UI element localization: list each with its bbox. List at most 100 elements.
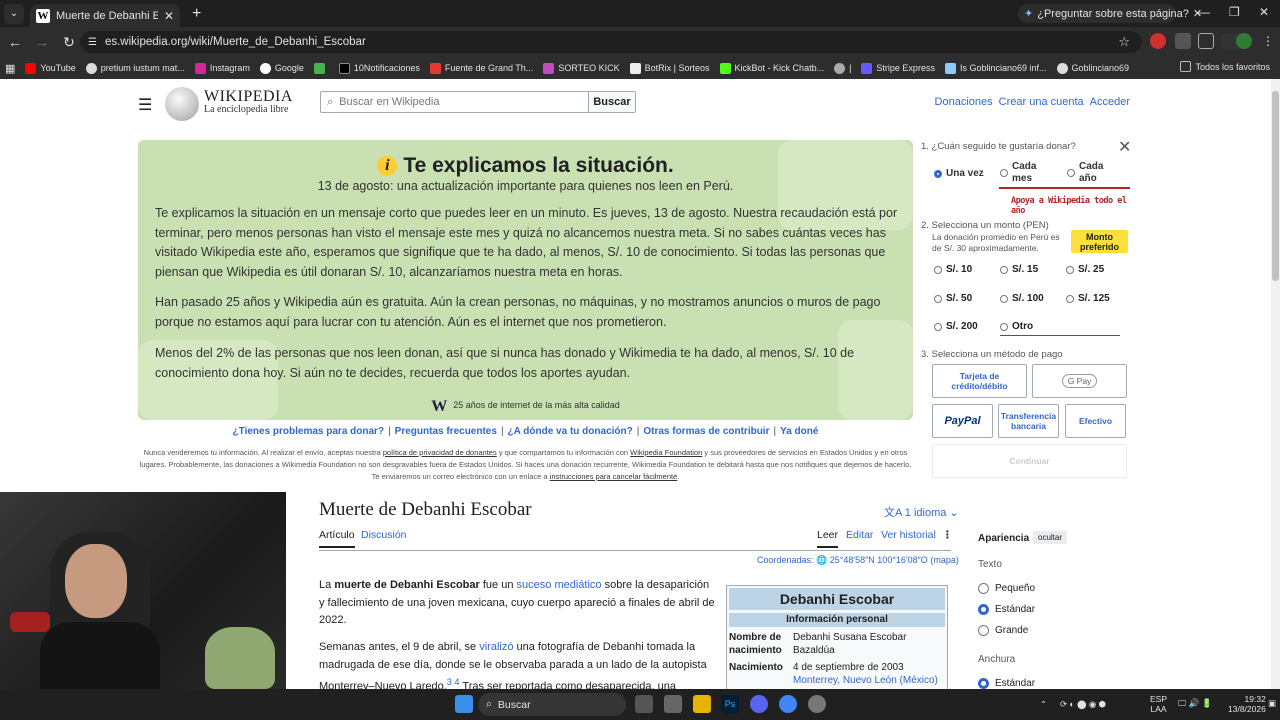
- close-banner-icon[interactable]: ✕: [1118, 137, 1131, 157]
- network-volume-icons[interactable]: 🖵 🔊 🔋: [1178, 698, 1212, 709]
- text-small-radio[interactable]: Pequeño: [978, 583, 1035, 594]
- page-scrollbar[interactable]: [1271, 79, 1280, 689]
- tab-discussion[interactable]: Discusión: [361, 529, 407, 541]
- bookmark-pretium[interactable]: pretium iustum mat...: [81, 62, 190, 74]
- hide-appearance-button[interactable]: ocultar: [1033, 531, 1068, 544]
- tray-overflow-icon[interactable]: ⌃: [1040, 699, 1047, 710]
- tab-history[interactable]: Ver historial: [881, 529, 936, 541]
- reference-link[interactable]: 3 4: [447, 677, 460, 687]
- amount-100-radio[interactable]: S/. 100: [1000, 293, 1044, 304]
- google-pay-button[interactable]: G Pay: [1032, 364, 1127, 398]
- amount-10-radio[interactable]: S/. 10: [934, 264, 972, 275]
- paypal-button[interactable]: PayPal: [932, 404, 993, 438]
- scrollbar-thumb[interactable]: [1272, 91, 1279, 281]
- media-event-link[interactable]: suceso mediático: [517, 579, 602, 591]
- bookmark-sorteo[interactable]: SORTEO KICK: [538, 62, 624, 74]
- address-bar[interactable]: ☰ es.wikipedia.org/wiki/Muerte_de_Debanh…: [80, 31, 1142, 53]
- discord-icon[interactable]: [750, 695, 768, 713]
- viral-link[interactable]: viralizó: [479, 641, 513, 653]
- amount-25-radio[interactable]: S/. 25: [1066, 264, 1104, 275]
- wikipedia-foundation-link[interactable]: Wikipedia Foundation: [630, 448, 702, 457]
- minimize-icon[interactable]: —: [1198, 5, 1210, 19]
- bookmark-unnamed[interactable]: [309, 62, 334, 74]
- bookmark-goblin-info[interactable]: Is Goblinciano69 inf...: [940, 62, 1052, 74]
- faq-link[interactable]: Preguntas frecuentes: [395, 426, 497, 437]
- app-icon[interactable]: [664, 695, 682, 713]
- amount-125-radio[interactable]: S/. 125: [1066, 293, 1110, 304]
- bookmark-kickbot[interactable]: KickBot - Kick Chatb...: [715, 62, 830, 74]
- map-link[interactable]: (mapa): [930, 555, 959, 565]
- freq-monthly-radio[interactable]: Cada mes: [1000, 161, 1048, 185]
- chrome-icon[interactable]: [779, 695, 797, 713]
- bookmark-fuente[interactable]: Fuente de Grand Th...: [425, 62, 538, 74]
- coordinates-label[interactable]: Coordenadas:: [757, 555, 814, 565]
- taskbar-search[interactable]: ⌕ Buscar: [478, 693, 626, 716]
- amount-15-radio[interactable]: S/. 15: [1000, 264, 1038, 275]
- clock[interactable]: 19:32 13/8/2026: [1228, 694, 1266, 714]
- cash-button[interactable]: Efectivo: [1065, 404, 1126, 438]
- birth-place-link[interactable]: Monterrey, Nuevo León (México): [793, 675, 938, 686]
- more-options-icon[interactable]: ⋮: [942, 529, 953, 541]
- wikipedia-globe-logo[interactable]: [165, 87, 199, 121]
- card-payment-button[interactable]: Tarjeta de crédito/débito: [932, 364, 1027, 398]
- coordinates-value[interactable]: 25°48′58″N 100°16′08″O: [830, 555, 928, 565]
- create-account-link[interactable]: Crear una cuenta: [999, 96, 1084, 108]
- tab-search-icon[interactable]: ⌄: [4, 3, 24, 24]
- bookmark-stripe[interactable]: Stripe Express: [856, 62, 940, 74]
- site-info-icon[interactable]: ☰: [88, 37, 97, 48]
- reload-icon[interactable]: ↻: [57, 34, 81, 51]
- main-menu-icon[interactable]: ☰: [138, 95, 152, 115]
- tray-icons[interactable]: ⟳ ◐ ⬤ ◉ ⬢: [1060, 699, 1106, 710]
- extensions-puzzle-icon[interactable]: [1198, 33, 1214, 49]
- language-indicator[interactable]: ESP LAA: [1150, 694, 1167, 714]
- extension-red-icon[interactable]: [1150, 33, 1166, 49]
- width-standard-radio[interactable]: Estándar: [978, 678, 1035, 689]
- apps-icon[interactable]: ▦: [0, 62, 20, 75]
- tab-close-icon[interactable]: ✕: [164, 9, 174, 23]
- notification-icon[interactable]: ▣: [1268, 698, 1276, 709]
- windows-start-icon[interactable]: [455, 695, 473, 713]
- amount-other-radio[interactable]: Otro: [1000, 321, 1120, 336]
- task-view-icon[interactable]: [635, 695, 653, 713]
- already-donated-link[interactable]: Ya doné: [780, 426, 818, 437]
- bank-transfer-button[interactable]: Transferencia bancaria: [998, 404, 1059, 438]
- freq-once-radio[interactable]: Una vez: [934, 168, 984, 179]
- ask-about-page-button[interactable]: ✦ ¿Preguntar sobre esta página? ✕: [1018, 4, 1202, 23]
- bookmark-youtube[interactable]: YouTube: [20, 62, 80, 74]
- all-bookmarks[interactable]: Todos los favoritos: [1180, 61, 1270, 72]
- donate-link[interactable]: Donaciones: [935, 96, 993, 108]
- bookmark-goblin[interactable]: Goblinciano69: [1052, 62, 1135, 74]
- other-ways-link[interactable]: Otras formas de contribuir: [643, 426, 769, 437]
- language-selector[interactable]: 文A 1 idioma ⌄: [884, 504, 959, 520]
- tab-read[interactable]: Leer: [817, 529, 839, 548]
- amount-50-radio[interactable]: S/. 50: [934, 293, 972, 304]
- back-icon[interactable]: ←: [3, 34, 27, 50]
- new-tab-icon[interactable]: +: [192, 5, 201, 23]
- tab-edit[interactable]: Editar: [846, 529, 873, 541]
- text-standard-radio[interactable]: Estándar: [978, 604, 1035, 615]
- donor-privacy-link[interactable]: política de privacidad de donantes: [383, 448, 497, 457]
- forward-icon[interactable]: →: [30, 34, 54, 50]
- donation-problems-link[interactable]: ¿Tienes problemas para donar?: [233, 426, 385, 437]
- bookmark-x[interactable]: 10Notificaciones: [334, 62, 425, 74]
- bookmark-botrix[interactable]: BotRix | Sorteos: [625, 62, 715, 74]
- bookmark-whatsapp[interactable]: |: [829, 62, 856, 74]
- bookmark-google[interactable]: Google: [255, 62, 309, 74]
- freq-yearly-radio[interactable]: Cada año: [1067, 161, 1115, 185]
- login-link[interactable]: Acceder: [1090, 96, 1130, 108]
- restore-icon[interactable]: ❐: [1229, 5, 1240, 19]
- photoshop-icon[interactable]: Ps: [721, 695, 739, 713]
- tab-active[interactable]: W Muerte de Debanhi Escobar - W ✕: [30, 4, 180, 27]
- search-button[interactable]: Buscar: [588, 91, 636, 113]
- continue-button[interactable]: Continuar: [932, 444, 1127, 478]
- where-donation-goes-link[interactable]: ¿A dónde va tu donación?: [508, 426, 633, 437]
- search-input[interactable]: ⌕ Buscar en Wikipedia: [320, 91, 589, 113]
- browser-menu-icon[interactable]: ⋮: [1262, 34, 1274, 48]
- bookmark-star-icon[interactable]: ☆: [1118, 34, 1130, 50]
- text-large-radio[interactable]: Grande: [978, 625, 1028, 636]
- window-close-icon[interactable]: ✕: [1259, 5, 1269, 19]
- bookmark-instagram[interactable]: Instagram: [190, 62, 255, 74]
- amount-200-radio[interactable]: S/. 200: [934, 321, 978, 332]
- obs-icon[interactable]: [808, 695, 826, 713]
- cancel-instructions-link[interactable]: instrucciones para cancelar fácilmente: [550, 472, 678, 481]
